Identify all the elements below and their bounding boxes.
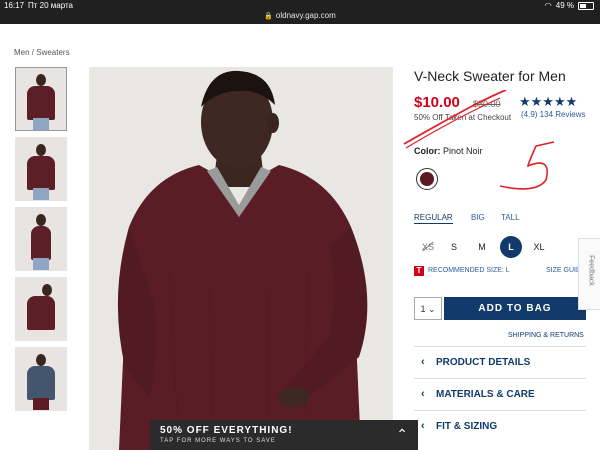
size-option-m[interactable]: M [471, 236, 493, 258]
lock-icon: 🔒 [264, 13, 273, 20]
feedback-tab[interactable]: Feedback [578, 238, 600, 310]
wifi-icon: ◠ [544, 1, 552, 10]
thumbnail-2[interactable] [15, 137, 67, 201]
thumbnail-strip [15, 67, 67, 417]
chevron-left-icon: ‹ [421, 356, 425, 368]
chevron-down-icon: ⌄ [427, 304, 436, 314]
thumbnail-5[interactable] [15, 347, 67, 411]
discount-note: 50% Off Taken at Checkout [414, 113, 512, 122]
fit-tab-tall[interactable]: TALL [501, 213, 520, 222]
quantity-value: 1 [420, 304, 426, 314]
promo-subtitle: TAP FOR MORE WAYS TO SAVE [160, 438, 276, 444]
thumbnail-4[interactable] [15, 277, 67, 341]
color-value: Pinot Noir [443, 146, 483, 156]
size-option-xs[interactable]: XS [417, 236, 439, 258]
status-time: 16:17 [4, 1, 25, 10]
rating-reviews-link[interactable]: (4.9) 134 Reviews [521, 110, 585, 119]
breadcrumb[interactable]: Men / Sweaters [14, 48, 70, 57]
color-label-key: Color: [414, 146, 441, 156]
rating-stars-icon: ★★★★★ [519, 94, 578, 109]
chevron-left-icon: ‹ [421, 388, 425, 400]
chevron-left-icon: ‹ [421, 420, 425, 432]
feedback-label: Feedback [587, 255, 595, 286]
promo-banner[interactable]: 50% OFF EVERYTHING! TAP FOR MORE WAYS TO… [150, 420, 418, 450]
accordion-label: PRODUCT DETAILS [436, 357, 531, 368]
add-to-bag-button[interactable]: ADD TO BAG [444, 297, 586, 320]
shipping-returns-link[interactable]: SHIPPING & RETURNS [508, 332, 584, 339]
product-image[interactable] [89, 67, 393, 450]
recommended-size-text[interactable]: RECOMMENDED SIZE: L [428, 267, 510, 274]
size-option-s[interactable]: S [443, 236, 465, 258]
battery-icon [578, 1, 594, 10]
accordion-fit-sizing[interactable]: ‹ FIT & SIZING [414, 410, 586, 443]
model-illustration [89, 67, 393, 450]
quantity-select[interactable]: 1 ⌄ [414, 297, 442, 320]
color-label: Color: Pinot Noir [414, 146, 483, 156]
true-fit-icon: T [414, 266, 424, 276]
accordion-label: FIT & SIZING [436, 421, 498, 432]
url-text: oldnavy.gap.com [275, 11, 336, 20]
product-title: V-Neck Sweater for Men [414, 68, 566, 84]
fit-tab-big[interactable]: BIG [471, 213, 485, 222]
handwriting-digit: 5 [396, 90, 397, 91]
status-date: Пт 20 марта [28, 1, 74, 10]
status-bar: 16:17 Пт 20 марта ◠ 49 % [0, 0, 600, 11]
original-price: $30.00 [473, 99, 501, 109]
accordion-label: MATERIALS & CARE [436, 389, 535, 400]
color-swatch-pinot-noir[interactable] [416, 168, 438, 190]
size-guide-link[interactable]: SIZE GUID [546, 267, 581, 274]
sale-price: $10.00 [414, 94, 460, 111]
status-right: ◠ 49 % [545, 0, 594, 11]
accordion-product-details[interactable]: ‹ PRODUCT DETAILS [414, 346, 586, 379]
thumbnail-3[interactable] [15, 207, 67, 271]
battery-percent: 49 % [555, 1, 574, 10]
thumbnail-1[interactable] [15, 67, 67, 131]
accordion-materials-care[interactable]: ‹ MATERIALS & CARE [414, 378, 586, 411]
chevron-up-icon[interactable]: ⌃ [396, 426, 408, 443]
address-bar[interactable]: 🔒 oldnavy.gap.com [0, 11, 600, 24]
size-option-l[interactable]: L [500, 236, 522, 258]
fit-tab-regular[interactable]: REGULAR [414, 213, 453, 224]
size-option-xl[interactable]: XL [528, 236, 550, 258]
promo-title: 50% OFF EVERYTHING! [160, 425, 293, 436]
